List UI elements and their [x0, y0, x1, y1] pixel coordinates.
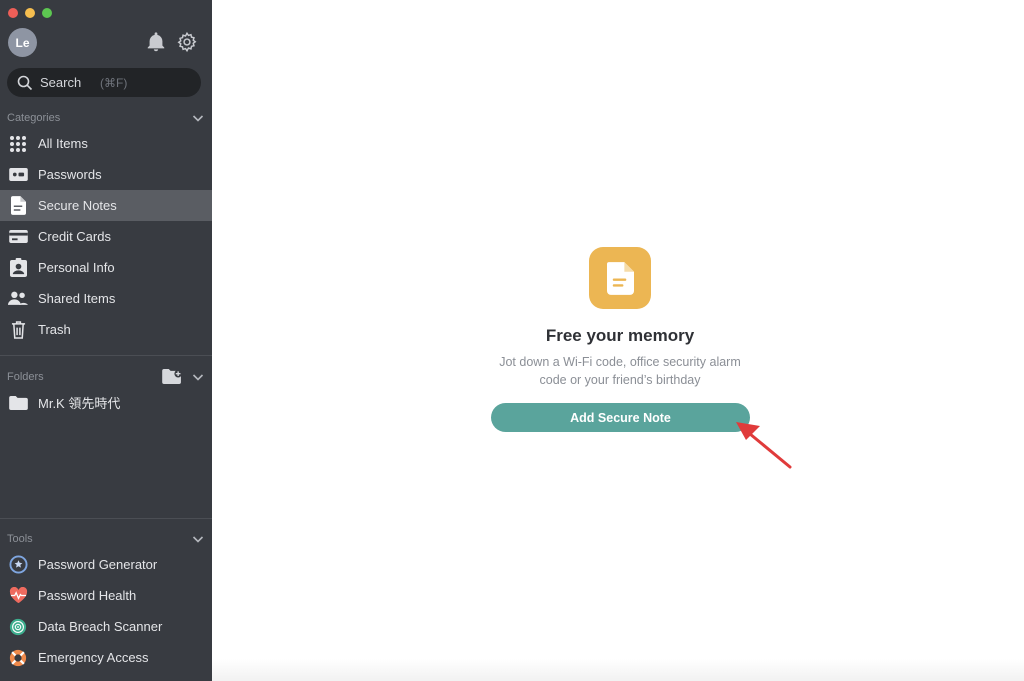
heart-pulse-icon	[8, 586, 28, 606]
sidebar-item-label: Emergency Access	[38, 650, 149, 665]
sidebar-item-label: Personal Info	[38, 260, 115, 275]
chevron-down-icon[interactable]	[191, 370, 205, 384]
sidebar-item-label: Credit Cards	[38, 229, 111, 244]
trash-icon	[8, 320, 28, 340]
zoom-window-button[interactable]	[42, 8, 52, 18]
sidebar-item-label: Shared Items	[38, 291, 116, 306]
sidebar-item-label: Password Health	[38, 588, 137, 603]
radar-icon	[8, 617, 28, 637]
chevron-down-icon[interactable]	[191, 532, 205, 546]
sidebar-item-personal-info[interactable]: Personal Info	[0, 252, 212, 283]
search-shortcut: (⌘F)	[100, 75, 128, 90]
sidebar-item-trash[interactable]: Trash	[0, 314, 212, 345]
lifebuoy-icon	[8, 648, 28, 668]
id-badge-icon	[8, 258, 28, 278]
credit-card-icon	[8, 227, 28, 247]
sidebar-item-label: Trash	[38, 322, 71, 337]
password-icon	[8, 165, 28, 185]
add-folder-icon[interactable]	[162, 369, 183, 384]
sidebar-divider	[0, 355, 212, 356]
folders-header-label: Folders	[7, 370, 44, 383]
tools-header[interactable]: Tools	[7, 532, 205, 546]
sidebar-item-shared-items[interactable]: Shared Items	[0, 283, 212, 314]
sidebar-item-label: All Items	[38, 136, 88, 151]
sidebar-item-label: Password Generator	[38, 557, 158, 572]
add-secure-note-button[interactable]: Add Secure Note	[491, 403, 750, 432]
tools-header-label: Tools	[7, 533, 33, 545]
sidebar-item-credit-cards[interactable]: Credit Cards	[0, 221, 212, 252]
document-icon	[589, 247, 651, 309]
bottom-shade	[212, 659, 1024, 681]
categories-header-label: Categories	[7, 112, 61, 124]
people-icon	[8, 289, 28, 309]
bell-icon[interactable]	[145, 31, 167, 53]
folder-item-label: Mr.K 領先時代	[38, 396, 121, 411]
empty-state-description: Jot down a Wi-Fi code, office security a…	[499, 355, 741, 387]
note-icon	[8, 196, 28, 216]
close-window-button[interactable]	[8, 8, 18, 18]
search-bar[interactable]: (⌘F)	[7, 68, 201, 97]
avatar-initials: Le	[15, 35, 30, 50]
sidebar-item-label: Passwords	[38, 167, 102, 182]
annotation-arrow-icon	[736, 422, 792, 469]
sidebar-item-all-items[interactable]: All Items	[0, 128, 212, 159]
grid-icon	[8, 134, 28, 154]
sidebar-item-secure-notes[interactable]: Secure Notes	[0, 190, 212, 221]
sidebar: Le (⌘F) Categories All Items Passwords S…	[0, 0, 212, 681]
empty-state-title: Free your memory	[545, 326, 695, 345]
sidebar-item-password-generator[interactable]: Password Generator	[0, 549, 212, 580]
categories-header[interactable]: Categories	[7, 111, 205, 125]
folder-item[interactable]: Mr.K 領先時代	[0, 387, 212, 418]
search-icon	[17, 75, 33, 90]
password-generator-icon	[8, 555, 28, 575]
chevron-down-icon[interactable]	[191, 111, 205, 125]
sidebar-item-passwords[interactable]: Passwords	[0, 159, 212, 190]
folder-icon	[8, 393, 28, 413]
sidebar-item-label: Data Breach Scanner	[38, 619, 163, 634]
main-content: Free your memory Jot down a Wi-Fi code, …	[212, 0, 1024, 681]
sidebar-item-password-health[interactable]: Password Health	[0, 580, 212, 611]
avatar[interactable]: Le	[8, 28, 37, 57]
window-controls	[8, 8, 52, 18]
sidebar-item-data-breach-scanner[interactable]: Data Breach Scanner	[0, 611, 212, 642]
folders-header: Folders	[7, 369, 205, 384]
gear-icon[interactable]	[176, 31, 198, 53]
sidebar-item-emergency-access[interactable]: Emergency Access	[0, 642, 212, 673]
sidebar-item-label: Secure Notes	[38, 198, 117, 213]
minimize-window-button[interactable]	[25, 8, 35, 18]
search-input[interactable]	[40, 75, 100, 90]
sidebar-divider	[0, 518, 212, 519]
